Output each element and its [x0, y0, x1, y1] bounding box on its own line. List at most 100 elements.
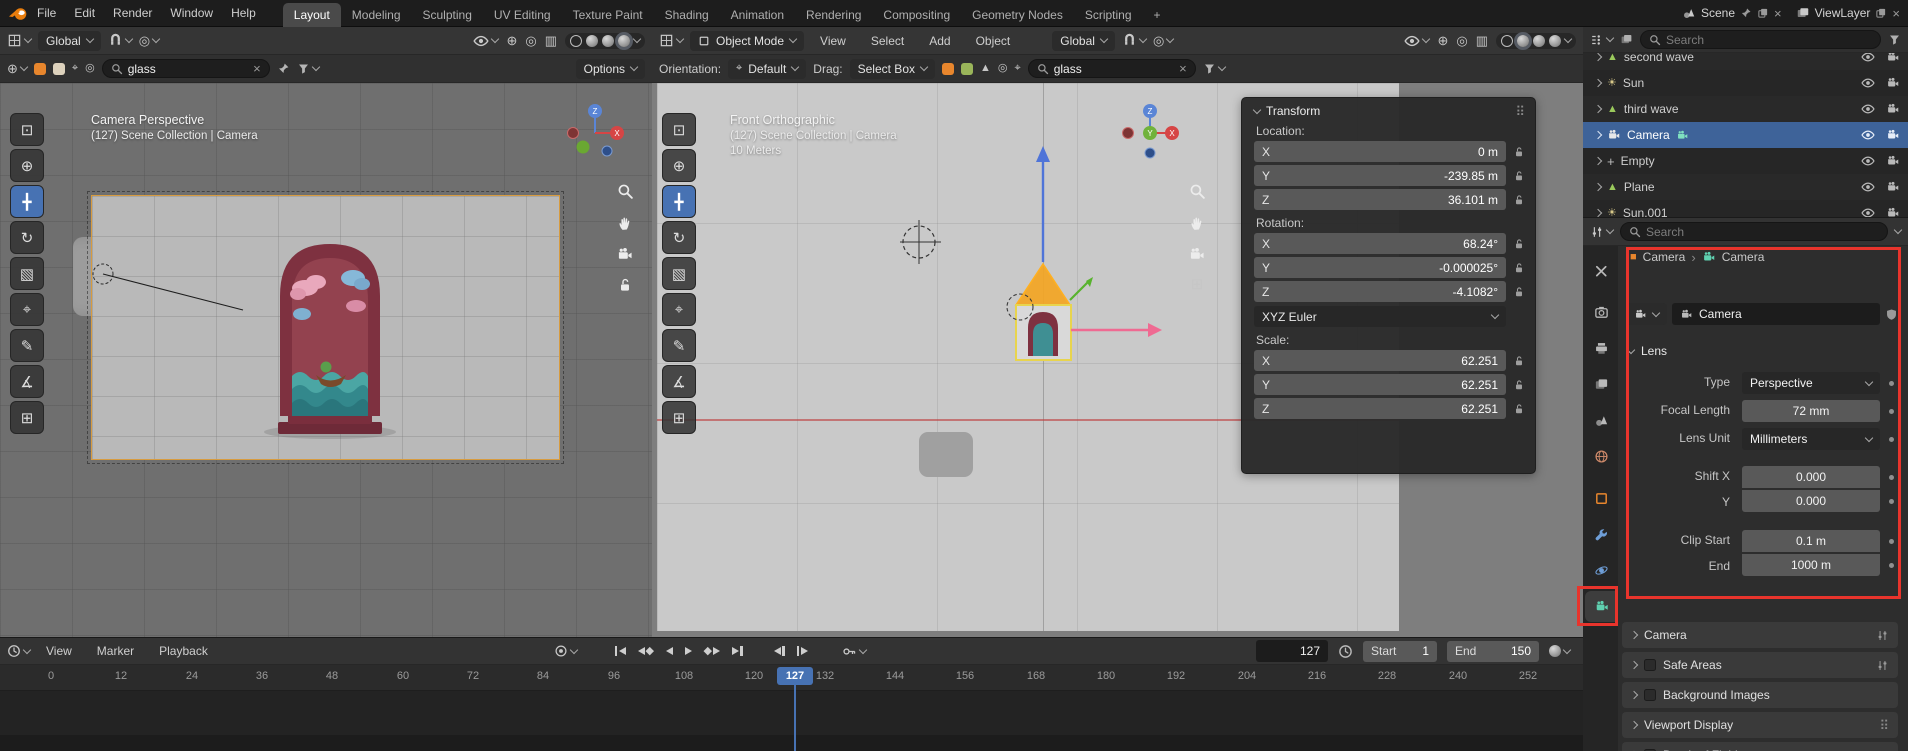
animate-dot[interactable]: [1889, 409, 1894, 414]
navigation-gizmo[interactable]: Z X Y: [1118, 101, 1182, 165]
play-reverse-button[interactable]: [661, 643, 678, 659]
zoom-icon[interactable]: [1189, 183, 1206, 200]
panel-viewport-display[interactable]: Viewport Display ⠿: [1622, 712, 1898, 738]
viewport-search-input[interactable]: glass ×: [101, 59, 270, 78]
scale-y-field[interactable]: Y 62.251: [1254, 374, 1506, 395]
lock-icon[interactable]: [1513, 403, 1525, 415]
shading-wireframe-icon[interactable]: [570, 34, 582, 47]
toggle-ortho-icon[interactable]: ⊞: [1191, 277, 1204, 292]
editor-type-button[interactable]: [1590, 225, 1615, 239]
outliner-item-second-wave[interactable]: ▲ second wave: [1583, 53, 1908, 70]
workspace-tab-shading[interactable]: Shading: [654, 3, 720, 27]
properties-tab-view-layer[interactable]: [1585, 369, 1618, 400]
scale-z-field[interactable]: Z 62.251: [1254, 398, 1506, 419]
show-visibilities-button[interactable]: [1404, 33, 1431, 49]
camera-visibility-icon[interactable]: [1886, 103, 1900, 115]
properties-tab-tool[interactable]: [1585, 255, 1618, 286]
hide-eye-icon[interactable]: [1861, 53, 1875, 64]
mode-dropdown[interactable]: Object Mode: [690, 30, 805, 51]
shading-rendered-icon[interactable]: [1549, 34, 1561, 47]
panel-background-images[interactable]: Background Images: [1622, 682, 1898, 708]
hide-eye-icon[interactable]: [1861, 180, 1875, 194]
panel-safe-areas[interactable]: Safe Areas: [1622, 652, 1898, 678]
location-z-field[interactable]: Z 36.101 m: [1254, 189, 1506, 210]
properties-search-input[interactable]: Search: [1620, 222, 1888, 241]
menu-help[interactable]: Help: [222, 2, 265, 24]
display-mode-button[interactable]: [1549, 645, 1572, 657]
theater-scene-object[interactable]: [260, 226, 400, 441]
clear-search-icon[interactable]: ×: [253, 62, 261, 75]
camera-visibility-icon[interactable]: [1886, 77, 1900, 89]
breadcrumb-data[interactable]: Camera: [1722, 250, 1765, 264]
safe-areas-checkbox[interactable]: [1644, 659, 1656, 671]
fake-user-shield-icon[interactable]: [1885, 308, 1898, 321]
menu-add[interactable]: Add: [920, 30, 959, 52]
frame-end-field[interactable]: End 150: [1447, 640, 1539, 662]
jump-to-start-button[interactable]: [610, 642, 631, 660]
menu-view[interactable]: View: [811, 30, 855, 52]
frame-back-button[interactable]: [769, 642, 790, 660]
playhead-line[interactable]: [794, 684, 796, 751]
outliner-item-plane[interactable]: ▲ Plane: [1583, 174, 1908, 200]
outliner-item-empty[interactable]: + Empty: [1583, 148, 1908, 174]
tool-move[interactable]: ╋: [662, 185, 696, 218]
menu-playback[interactable]: Playback: [150, 640, 217, 662]
editor-type-button[interactable]: [1590, 33, 1615, 47]
menu-marker[interactable]: Marker: [88, 640, 143, 662]
properties-tab-constraints[interactable]: [1585, 519, 1618, 550]
auto-keying-button[interactable]: [554, 644, 579, 658]
rotation-y-field[interactable]: Y -0.000025°: [1254, 257, 1506, 278]
animate-dot[interactable]: [1889, 475, 1894, 480]
outliner-item-third-wave[interactable]: ▲ third wave: [1583, 96, 1908, 122]
panel-depth-of-field[interactable]: Depth of Field: [1622, 742, 1898, 751]
camera-object-selected[interactable]: [900, 124, 1180, 424]
location-x-field[interactable]: X0 m: [1254, 141, 1506, 162]
clip-start-field[interactable]: 0.1 m: [1742, 530, 1880, 552]
lock-icon[interactable]: [1513, 146, 1525, 158]
workspace-tab-sculpting[interactable]: Sculpting: [412, 3, 483, 27]
outliner-item-camera[interactable]: Camera: [1583, 122, 1908, 148]
show-overlays-icon[interactable]: ◎: [525, 34, 536, 47]
viewport-search-input[interactable]: glass ×: [1027, 59, 1196, 78]
filter-icon[interactable]: [1888, 33, 1901, 46]
display-mode-icon[interactable]: [1620, 33, 1633, 46]
tool-measure[interactable]: ∡: [10, 365, 44, 398]
remove-viewlayer-icon[interactable]: ×: [1892, 7, 1900, 20]
hide-eye-icon[interactable]: [1861, 102, 1875, 116]
tool-add-cube[interactable]: ⊞: [662, 401, 696, 434]
hide-eye-icon[interactable]: [1861, 154, 1875, 168]
menu-window[interactable]: Window: [161, 2, 222, 24]
options-dropdown[interactable]: Options: [575, 58, 645, 79]
frame-forward-button[interactable]: [792, 642, 813, 660]
prev-keyframe-button[interactable]: [633, 643, 659, 659]
animate-dot[interactable]: [1889, 381, 1894, 386]
clip-end-field[interactable]: 1000 m: [1742, 554, 1880, 576]
workspace-tab-scripting[interactable]: Scripting: [1074, 3, 1143, 27]
workspace-tab-layout[interactable]: Layout: [282, 2, 341, 27]
menu-render[interactable]: Render: [104, 2, 161, 24]
workspace-tab-uv-editing[interactable]: UV Editing: [483, 3, 562, 27]
add-workspace-button[interactable]: +: [1143, 3, 1172, 27]
tool-measure[interactable]: ∡: [662, 365, 696, 398]
shading-solid-icon[interactable]: [1517, 34, 1529, 47]
shading-wireframe-icon[interactable]: [1501, 34, 1513, 47]
hide-eye-icon[interactable]: [1861, 128, 1875, 142]
hide-eye-icon[interactable]: [1861, 206, 1875, 217]
tool-annotate[interactable]: ✎: [662, 329, 696, 362]
tool-scale[interactable]: ▧: [662, 257, 696, 290]
proportional-filter-icon[interactable]: ◎: [998, 63, 1008, 74]
properties-tab-scene[interactable]: [1585, 405, 1618, 436]
menu-object[interactable]: Object: [967, 30, 1020, 52]
tool-annotate[interactable]: ✎: [10, 329, 44, 362]
camera-visibility-icon[interactable]: [1886, 129, 1900, 141]
animate-dot[interactable]: [1889, 437, 1894, 442]
drag-dropdown[interactable]: Select Box: [849, 58, 935, 79]
transform-panel-header[interactable]: Transform: [1252, 104, 1320, 118]
next-keyframe-button[interactable]: [699, 643, 725, 659]
proportional-editing-button[interactable]: ◎: [1153, 34, 1175, 47]
tool-add-cube[interactable]: ⊞: [10, 401, 44, 434]
editor-type-button[interactable]: [7, 644, 32, 658]
viewlayer-selector[interactable]: ViewLayer ×: [1796, 6, 1900, 20]
transform-orientation-dropdown[interactable]: Global: [38, 30, 101, 51]
zoom-icon[interactable]: [617, 183, 634, 200]
